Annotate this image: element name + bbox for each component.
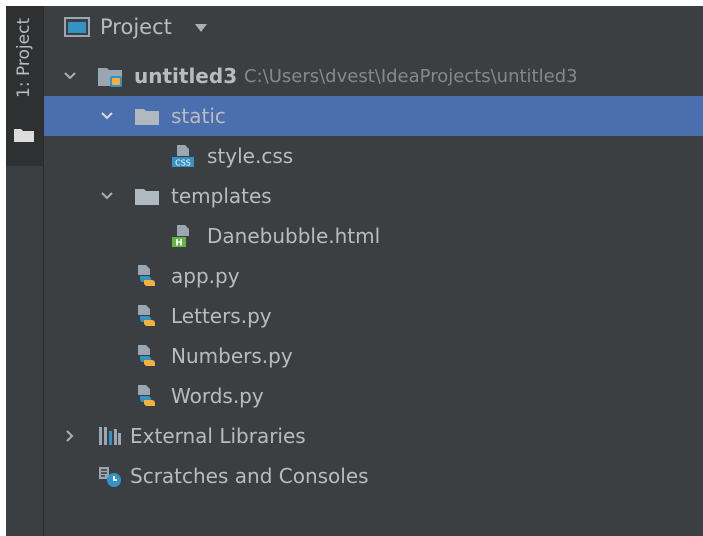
project-window-icon: [64, 17, 90, 37]
python-file-icon: [138, 345, 155, 366]
chevron-right-icon[interactable]: [62, 428, 78, 444]
project-panel: Project untitled3 C:\Users\dvest\IdeaPro…: [44, 6, 703, 536]
external-libraries-label: External Libraries: [130, 424, 306, 448]
tree-row-style-css[interactable]: CSS style.css: [44, 136, 703, 176]
svg-text:H: H: [175, 239, 183, 249]
words-py-label: Words.py: [171, 384, 264, 408]
libraries-icon: [99, 427, 121, 445]
folder-icon: [135, 189, 159, 205]
static-folder-label: static: [171, 104, 226, 128]
tree-row-numbers-py[interactable]: Numbers.py: [44, 336, 703, 376]
svg-text:CSS: CSS: [175, 159, 191, 168]
scratches-and-consoles-label: Scratches and Consoles: [130, 464, 369, 488]
module-folder-icon: [98, 68, 122, 87]
caret-down-icon[interactable]: [194, 23, 208, 33]
folder-icon: [14, 129, 34, 142]
tree-row-scratches-and-consoles[interactable]: Scratches and Consoles: [44, 456, 703, 496]
tree-row-untitled3[interactable]: untitled3 C:\Users\dvest\IdeaProjects\un…: [44, 56, 703, 96]
app-py-label: app.py: [171, 264, 240, 288]
tree-row-external-libraries[interactable]: External Libraries: [44, 416, 703, 456]
chevron-down-icon[interactable]: [99, 108, 115, 124]
html-file-icon: H: [172, 225, 189, 249]
tree-row-templates[interactable]: templates: [44, 176, 703, 216]
project-stripe-label: 1: Project: [14, 17, 34, 98]
project-stripe-button[interactable]: 1: Project: [6, 6, 43, 166]
python-file-icon: [138, 385, 155, 406]
scratches-icon: [99, 467, 121, 487]
danebubble-html-label: Danebubble.html: [207, 224, 381, 248]
tool-window-stripe: 1: Project: [6, 6, 44, 536]
project-view-title: Project: [100, 15, 172, 39]
templates-folder-label: templates: [171, 184, 272, 208]
python-file-icon: [138, 265, 155, 286]
tree-row-danebubble-html[interactable]: H Danebubble.html: [44, 216, 703, 256]
style-css-label: style.css: [207, 144, 294, 168]
tree-row-letters-py[interactable]: Letters.py: [44, 296, 703, 336]
letters-py-label: Letters.py: [171, 304, 272, 328]
css-file-icon: CSS: [172, 145, 194, 168]
root-module-label: untitled3: [134, 64, 238, 88]
root-module-path: C:\Users\dvest\IdeaProjects\untitled3: [244, 66, 578, 87]
project-view-selector[interactable]: Project: [44, 6, 703, 50]
project-tool-window: 1: Project Project untitled3 C:\Users\dv…: [6, 6, 703, 536]
chevron-down-icon[interactable]: [62, 68, 78, 84]
tree-row-words-py[interactable]: Words.py: [44, 376, 703, 416]
tree-row-app-py[interactable]: app.py: [44, 256, 703, 296]
folder-icon: [135, 109, 159, 125]
numbers-py-label: Numbers.py: [171, 344, 293, 368]
tree-row-static[interactable]: static: [44, 96, 703, 136]
python-file-icon: [138, 305, 155, 326]
chevron-down-icon[interactable]: [99, 188, 115, 204]
